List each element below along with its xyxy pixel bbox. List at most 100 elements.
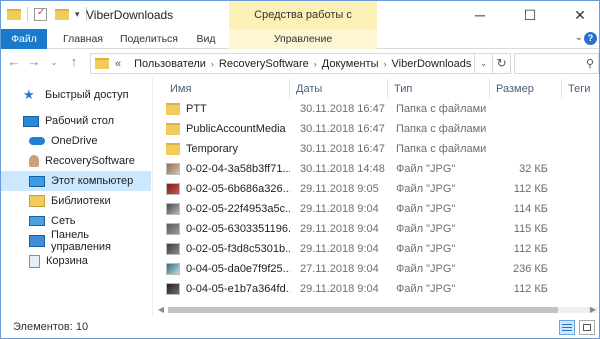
sidebar-item-recycle-bin[interactable]: Корзина: [1, 251, 151, 271]
file-date: 30.11.2018 16:47: [300, 143, 385, 155]
sidebar-item-quick-access[interactable]: ★ Быстрый доступ: [1, 85, 151, 105]
back-button[interactable]: ←: [5, 53, 23, 71]
column-header-name[interactable]: Имя: [164, 79, 290, 99]
scroll-thumb[interactable]: [168, 307, 558, 313]
context-tab-group-title: Средства работы с рисунками: [229, 1, 377, 49]
file-name: Temporary: [186, 143, 238, 155]
large-icons-view-button[interactable]: [579, 320, 595, 335]
file-type: Папка с файлами: [396, 123, 487, 135]
forward-button[interactable]: →: [25, 53, 43, 71]
list-item[interactable]: 0-02-05-6303351196... 29.11.2018 9:04 Фа…: [166, 219, 596, 239]
image-thumbnail-icon: [166, 183, 180, 195]
network-icon: [29, 216, 45, 226]
ribbon-expand-icon[interactable]: ⌄: [575, 32, 583, 43]
recent-locations-button[interactable]: ⌄: [45, 53, 63, 71]
breadcrumb-users[interactable]: Пользователи: [134, 58, 206, 70]
user-icon: [29, 155, 39, 167]
list-item[interactable]: 0-04-05-e1b7a364fd... 29.11.2018 9:04 Фа…: [166, 279, 596, 299]
file-size: 115 КБ: [513, 223, 548, 235]
breadcrumb-viberdownloads[interactable]: ViberDownloads: [392, 58, 472, 70]
new-folder-icon[interactable]: [55, 8, 69, 20]
sidebar-item-onedrive[interactable]: OneDrive: [1, 131, 151, 151]
horizontal-scrollbar[interactable]: ◀ ▶: [156, 304, 598, 316]
customize-dropdown-icon[interactable]: ▾: [75, 9, 80, 20]
image-thumbnail-icon: [166, 203, 180, 215]
minimize-button[interactable]: ─: [463, 1, 497, 29]
breadcrumb-separator-icon[interactable]: ›: [211, 59, 214, 69]
folder-icon: [95, 58, 109, 69]
separator: [27, 7, 28, 21]
details-view-icon: [562, 324, 572, 325]
list-item[interactable]: 0-04-05-da0e7f9f25... 27.11.2018 9:04 Фа…: [166, 259, 596, 279]
list-item[interactable]: PTT 30.11.2018 16:47 Папка с файлами: [166, 99, 596, 119]
breadcrumb-overflow[interactable]: «: [115, 58, 121, 70]
file-date: 30.11.2018 16:47: [300, 103, 385, 115]
control-panel-icon: [29, 235, 45, 247]
tab-file[interactable]: Файл: [1, 29, 47, 49]
column-header-size[interactable]: Размер: [490, 79, 562, 99]
address-bar[interactable]: « › Пользователи › RecoverySoftware › До…: [90, 53, 475, 74]
scroll-left-icon[interactable]: ◀: [156, 304, 166, 316]
file-size: [496, 119, 548, 139]
breadcrumb-separator-icon[interactable]: ›: [314, 59, 317, 69]
maximize-button[interactable]: ☐: [513, 1, 547, 29]
details-view-button[interactable]: [559, 320, 575, 335]
file-type: Файл "JPG": [396, 243, 456, 255]
sidebar-item-label: Панель управления: [51, 229, 111, 253]
properties-icon[interactable]: ✓: [34, 7, 47, 21]
tab-share[interactable]: Поделиться: [115, 29, 183, 49]
sidebar-item-user[interactable]: RecoverySoftware: [1, 151, 151, 171]
sidebar-item-label: RecoverySoftware: [45, 155, 135, 167]
column-header-date[interactable]: Даты: [290, 79, 388, 99]
column-header-tags[interactable]: Теги: [562, 79, 598, 99]
list-item[interactable]: 0-02-05-f3d8c5301b... 29.11.2018 9:04 Фа…: [166, 239, 596, 259]
file-name: 0-04-05-e1b7a364fd...: [186, 283, 290, 295]
forward-arrow-icon: →: [27, 54, 41, 69]
search-input[interactable]: ⚲: [514, 53, 599, 74]
up-arrow-icon: ↑: [70, 54, 78, 69]
list-item[interactable]: 0-02-04-3a58b3ff71... 30.11.2018 14:48 Ф…: [166, 159, 596, 179]
breadcrumb-recoverysoftware[interactable]: RecoverySoftware: [219, 58, 309, 70]
list-item[interactable]: 0-02-05-22f4953a5c... 29.11.2018 9:04 Фа…: [166, 199, 596, 219]
window-title: ViberDownloads: [86, 8, 174, 22]
folder-icon: [166, 143, 180, 155]
help-icon[interactable]: ?: [584, 32, 597, 45]
refresh-button[interactable]: ↻: [493, 53, 511, 74]
tab-home[interactable]: Главная: [53, 29, 113, 49]
file-date: 29.11.2018 9:04: [300, 283, 379, 295]
file-name: 0-02-04-3a58b3ff71...: [186, 163, 290, 175]
sidebar-item-desktop[interactable]: Рабочий стол: [1, 111, 151, 131]
sidebar-item-control-panel[interactable]: Панель управления: [1, 229, 151, 253]
list-item[interactable]: 0-02-05-6b686a326... 29.11.2018 9:05 Фай…: [166, 179, 596, 199]
list-item[interactable]: PublicAccountMedia 30.11.2018 16:47 Папк…: [166, 119, 596, 139]
scroll-right-icon[interactable]: ▶: [588, 304, 598, 316]
explorer-window: ✓ ▾ ViberDownloads Средства работы с рис…: [0, 0, 600, 339]
column-header-type[interactable]: Тип: [388, 79, 490, 99]
file-name: 0-02-05-22f4953a5c...: [186, 203, 290, 215]
file-size: 114 КБ: [513, 203, 548, 215]
file-date: 29.11.2018 9:04: [300, 203, 379, 215]
item-count: Элементов: 10: [13, 321, 89, 333]
file-size: 236 КБ: [512, 263, 548, 275]
sidebar-item-this-pc[interactable]: Этот компьютер: [1, 171, 151, 191]
file-size: 112 КБ: [513, 283, 548, 295]
file-type: Файл "JPG": [396, 183, 456, 195]
address-history-button[interactable]: ⌄: [475, 53, 493, 74]
close-button[interactable]: ✕: [563, 1, 597, 29]
desktop-icon: [23, 115, 39, 127]
file-name: PublicAccountMedia: [186, 123, 286, 135]
star-icon: ★: [23, 87, 35, 102]
sidebar-item-network[interactable]: Сеть: [1, 211, 151, 231]
breadcrumb-documents[interactable]: Документы: [322, 58, 379, 70]
tab-manage[interactable]: Управление: [229, 29, 377, 49]
chevron-down-icon: ⌄: [50, 57, 58, 67]
file-size: 112 КБ: [513, 183, 548, 195]
sidebar-item-label: OneDrive: [51, 135, 98, 147]
search-icon: ⚲: [585, 58, 594, 70]
list-item[interactable]: Temporary 30.11.2018 16:47 Папка с файла…: [166, 139, 596, 159]
file-type: Файл "JPG": [396, 163, 456, 175]
sidebar-item-libraries[interactable]: Библиотеки: [1, 191, 151, 211]
breadcrumb-separator-icon[interactable]: ›: [384, 59, 387, 69]
up-button[interactable]: ↑: [65, 53, 83, 71]
tab-view[interactable]: Вид: [187, 29, 225, 49]
